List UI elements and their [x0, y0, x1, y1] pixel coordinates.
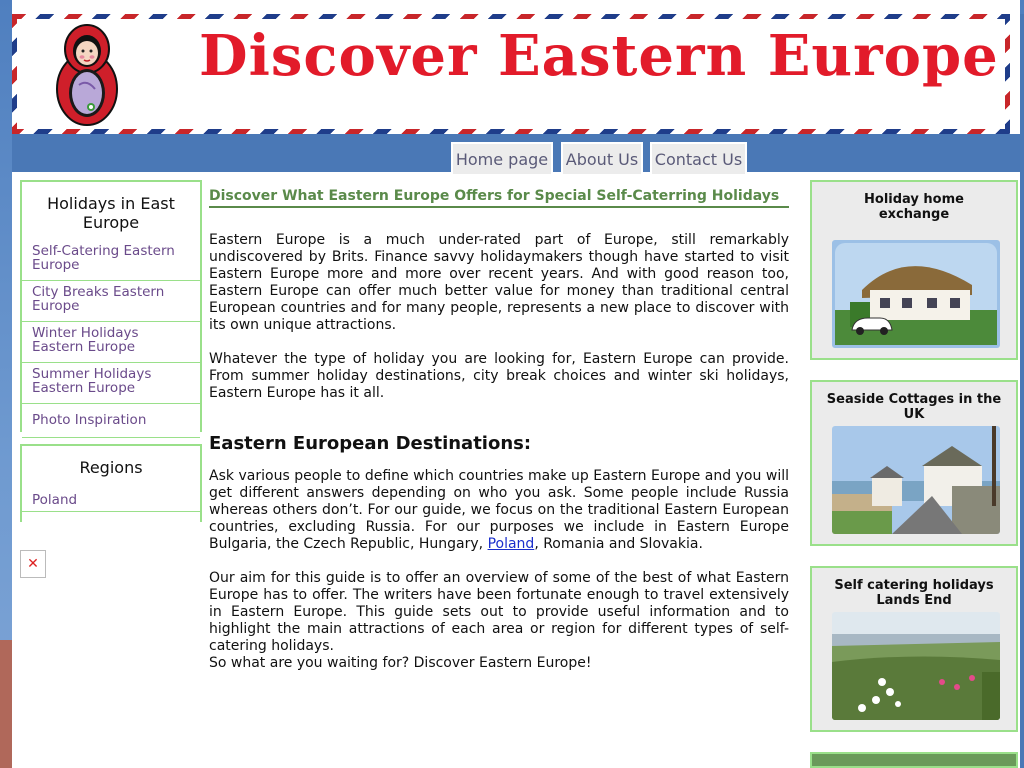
ad-seaside-cottages-title: Seaside Cottages in the UK: [826, 392, 1002, 422]
main-content: Discover What Eastern Europe Offers for …: [209, 188, 789, 672]
site-title: Discover Eastern Europe: [199, 23, 999, 89]
ad-seaside-cottages[interactable]: Seaside Cottages in the UK: [810, 380, 1018, 546]
sidebar-holidays-heading: Holidays in East Europe: [47, 194, 175, 232]
matryoshka-doll-logo: [56, 24, 118, 126]
main-heading: Discover What Eastern Europe Offers for …: [209, 188, 789, 208]
sidebar-item-summer-holidays[interactable]: Summer Holidays Eastern Europe: [22, 363, 200, 404]
lands-end-photo[interactable]: [832, 612, 1000, 720]
right-edge: [1020, 14, 1024, 768]
aim-paragraph: Our aim for this guide is to offer an ov…: [209, 570, 789, 654]
poland-link[interactable]: Poland: [488, 536, 535, 552]
closing-paragraph: So what are you waiting for? Discover Ea…: [209, 655, 592, 671]
ad-holiday-home-exchange-title: Holiday home exchange: [864, 192, 964, 222]
tab-contact-label: Contact Us: [654, 150, 743, 169]
ad-partial-bottom[interactable]: [810, 752, 1018, 768]
intro-paragraph-1: Eastern Europe is a much under-rated par…: [209, 232, 789, 333]
sidebar-item-city-breaks[interactable]: City Breaks Eastern Europe: [22, 281, 200, 322]
cottage-photo[interactable]: [832, 240, 1000, 348]
ad-lands-end[interactable]: Self catering holidays Lands End: [810, 566, 1018, 732]
sidebar-item-poland[interactable]: Poland: [22, 489, 200, 512]
sidebar-regions-heading: Regions: [79, 458, 143, 477]
sidebar-regions: Regions Poland: [20, 444, 202, 522]
seaside-photo[interactable]: [832, 426, 1000, 534]
background-roof: [0, 640, 12, 768]
header-banner: Discover Eastern Europe: [12, 14, 1010, 134]
tab-about-label: About Us: [565, 150, 639, 169]
tab-home[interactable]: Home page: [451, 142, 553, 174]
header-inner: Discover Eastern Europe: [17, 19, 1005, 129]
ad-holiday-home-exchange[interactable]: Holiday home exchange: [810, 180, 1018, 360]
ad-lands-end-title: Self catering holidays Lands End: [834, 578, 994, 608]
tab-contact[interactable]: Contact Us: [650, 142, 747, 174]
destinations-heading: Eastern European Destinations:: [209, 433, 532, 454]
tab-about[interactable]: About Us: [561, 142, 643, 174]
destinations-text-after: , Romania and Slovakia.: [534, 536, 703, 552]
sidebar-holidays: Holidays in East Europe Self-Catering Ea…: [20, 180, 202, 438]
tab-home-label: Home page: [455, 150, 549, 169]
sidebar-item-self-catering[interactable]: Self-Catering Eastern Europe: [22, 240, 200, 281]
intro-paragraph-2: Whatever the type of holiday you are loo…: [209, 351, 789, 401]
broken-image-icon: ✕: [20, 550, 46, 578]
sidebar-item-winter-holidays[interactable]: Winter Holidays Eastern Europe: [22, 322, 200, 363]
destinations-paragraph: Ask various people to define which count…: [209, 468, 789, 553]
sidebar-item-photo-inspiration[interactable]: Photo Inspiration: [22, 404, 200, 438]
